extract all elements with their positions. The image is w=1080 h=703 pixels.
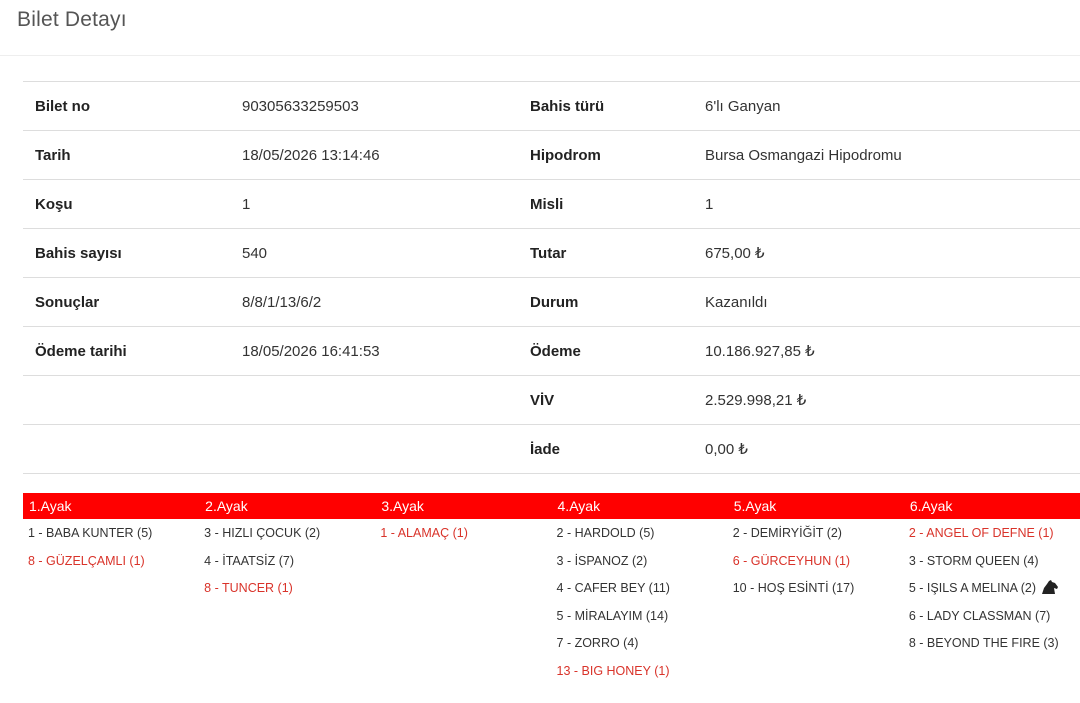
leg-title: 4.Ayak [557,498,601,514]
leg-horse-winner: 13 - BIG HONEY (1) [557,662,728,690]
detail-label: Bilet no [35,97,90,115]
leg-horse-text: 3 - STORM QUEEN (4) [908,553,1039,568]
detail-value: 18/05/2026 13:14:46 [242,146,380,164]
detail-value: 90305633259503 [242,97,359,115]
leg-column: 2 - HARDOLD (5) 3 - İSPANOZ (2) 4 - CAFE… [552,519,728,689]
leg-horse-text: 2 - DEMİRYİĞİT (2) [732,526,842,540]
detail-row: Sonuçlar 8/8/1/13/6/2 Durum Kazanıldı [23,278,1080,327]
detail-label: Bahis türü [530,97,605,115]
detail-value: 6'lı Ganyan [705,97,781,115]
leg-horse: 10 - HOŞ ESİNTİ (17) [733,579,904,607]
detail-label: Tarih [35,146,71,164]
leg-column: 1 - BABA KUNTER (5) 8 - GÜZELÇAMLI (1) [23,519,199,689]
leg-title: 5.Ayak [733,498,777,514]
detail-value: 540 [242,244,268,262]
leg-horse: 2 - DEMİRYİĞİT (2) [733,524,904,552]
leg-title: 2.Ayak [205,498,248,514]
leg-horse: 1 - BABA KUNTER (5) [28,524,199,552]
detail-row: VİV 2.529.998,21 ₺ [23,376,1080,425]
detail-label: Durum [530,293,579,311]
leg-horse-text: 8 - BEYOND THE FIRE (3) [908,636,1059,650]
leg-horse: 4 - CAFER BEY (11) [557,579,728,607]
detail-value: 18/05/2026 16:41:53 [242,342,380,360]
legs-header: 1.Ayak 2.Ayak 3.Ayak 4.Ayak 5.Ayak 6.Aya… [23,493,1080,519]
leg-horse-winner: 8 - TUNCER (1) [204,579,375,607]
horse-head-icon [1041,579,1059,595]
detail-value: Bursa Osmangazi Hipodromu [705,146,902,164]
detail-label: Bahis sayısı [35,244,122,262]
detail-value: 1 [705,195,714,213]
leg-horse: 7 - ZORRO (4) [557,634,728,662]
leg-column: 2 - ANGEL OF DEFNE (1) 3 - STORM QUEEN (… [904,519,1080,689]
leg-horse-text: 4 - İTAATSİZ (7) [204,553,294,568]
leg-horse-text: 2 - HARDOLD (5) [556,526,655,540]
leg-column: 2 - DEMİRYİĞİT (2) 6 - GÜRCEYHUN (1) 10 … [728,519,904,689]
leg-horse: 5 - MİRALAYIM (14) [557,607,728,635]
detail-value: 1 [242,195,251,213]
detail-value: 0,00 ₺ [705,441,748,458]
legs-body: 1 - BABA KUNTER (5) 8 - GÜZELÇAMLI (1) 3… [23,519,1080,689]
detail-label: Misli [530,195,564,213]
leg-horse-winner: 8 - GÜZELÇAMLI (1) [28,552,199,580]
leg-horse-winner: 2 - ANGEL OF DEFNE (1) [909,524,1080,552]
leg-horse: 2 - HARDOLD (5) [557,524,728,552]
leg-horse-text: 10 - HOŞ ESİNTİ (17) [732,581,855,595]
detail-row: Ödeme tarihi 18/05/2026 16:41:53 Ödeme 1… [23,327,1080,376]
leg-horse: 4 - İTAATSİZ (7) [204,552,375,580]
leg-horse: 6 - LADY CLASSMAN (7) [909,607,1080,635]
detail-label: VİV [530,391,555,409]
page-title: Bilet Detayı [17,8,127,31]
leg-horse-text: 3 - HIZLI ÇOCUK (2) [204,526,321,540]
leg-horse-text: 7 - ZORRO (4) [556,636,639,650]
detail-value: Kazanıldı [705,293,768,311]
leg-column: 1 - ALAMAÇ (1) [375,519,551,689]
detail-row: Bahis sayısı 540 Tutar 675,00 ₺ [23,229,1080,278]
leg-horse-text: 8 - TUNCER (1) [204,581,293,595]
leg-horse-text: 4 - CAFER BEY (11) [556,581,670,595]
detail-label: İade [530,440,561,458]
leg-title: 3.Ayak [381,498,424,514]
leg-horse-text: 13 - BIG HONEY (1) [556,663,670,678]
detail-row: İade 0,00 ₺ [23,425,1080,474]
leg-horse-text: 5 - IŞILS A MELINA (2) [908,581,1036,595]
detail-value: 2.529.998,21 ₺ [705,392,807,409]
detail-label: Koşu [35,195,73,213]
leg-horse: 3 - STORM QUEEN (4) [909,552,1080,580]
detail-row: Koşu 1 Misli 1 [23,180,1080,229]
leg-horse-text: 5 - MİRALAYIM (14) [556,608,669,623]
leg-horse-winner: 1 - ALAMAÇ (1) [380,524,551,552]
detail-label: Ödeme [530,342,581,360]
detail-value: 8/8/1/13/6/2 [242,293,322,311]
detail-label: Tutar [530,244,567,262]
leg-horse-text: 6 - GÜRCEYHUN (1) [732,553,851,568]
leg-horse-text: 2 - ANGEL OF DEFNE (1) [908,526,1054,540]
detail-row: Bilet no 90305633259503 Bahis türü 6'lı … [23,82,1080,131]
detail-label: Ödeme tarihi [35,342,127,360]
leg-title: 1.Ayak [29,498,72,514]
detail-label: Sonuçlar [35,293,100,311]
page-header: Bilet Detayı [0,0,1080,56]
leg-horse-text: 1 - ALAMAÇ (1) [380,526,468,540]
leg-horse: 3 - İSPANOZ (2) [557,552,728,580]
detail-label: Hipodrom [530,146,601,164]
ticket-details-table: Bilet no 90305633259503 Bahis türü 6'lı … [23,81,1080,474]
leg-horse: 3 - HIZLI ÇOCUK (2) [204,524,375,552]
leg-horse-text: 8 - GÜZELÇAMLI (1) [28,553,145,568]
leg-horse-text: 1 - BABA KUNTER (5) [28,526,153,540]
detail-row: Tarih 18/05/2026 13:14:46 Hipodrom Bursa… [23,131,1080,180]
leg-column: 3 - HIZLI ÇOCUK (2) 4 - İTAATSİZ (7) 8 -… [199,519,375,689]
leg-horse: 8 - BEYOND THE FIRE (3) [909,634,1080,662]
leg-horse-winner: 6 - GÜRCEYHUN (1) [733,552,904,580]
detail-value: 675,00 ₺ [705,245,765,262]
leg-horse: 5 - IŞILS A MELINA (2) [909,579,1080,607]
detail-value: 10.186.927,85 ₺ [705,343,815,360]
leg-horse-text: 3 - İSPANOZ (2) [556,553,648,568]
leg-title: 6.Ayak [909,498,953,514]
leg-horse-text: 6 - LADY CLASSMAN (7) [908,608,1051,623]
legs-section: 1.Ayak 2.Ayak 3.Ayak 4.Ayak 5.Ayak 6.Aya… [23,493,1080,689]
